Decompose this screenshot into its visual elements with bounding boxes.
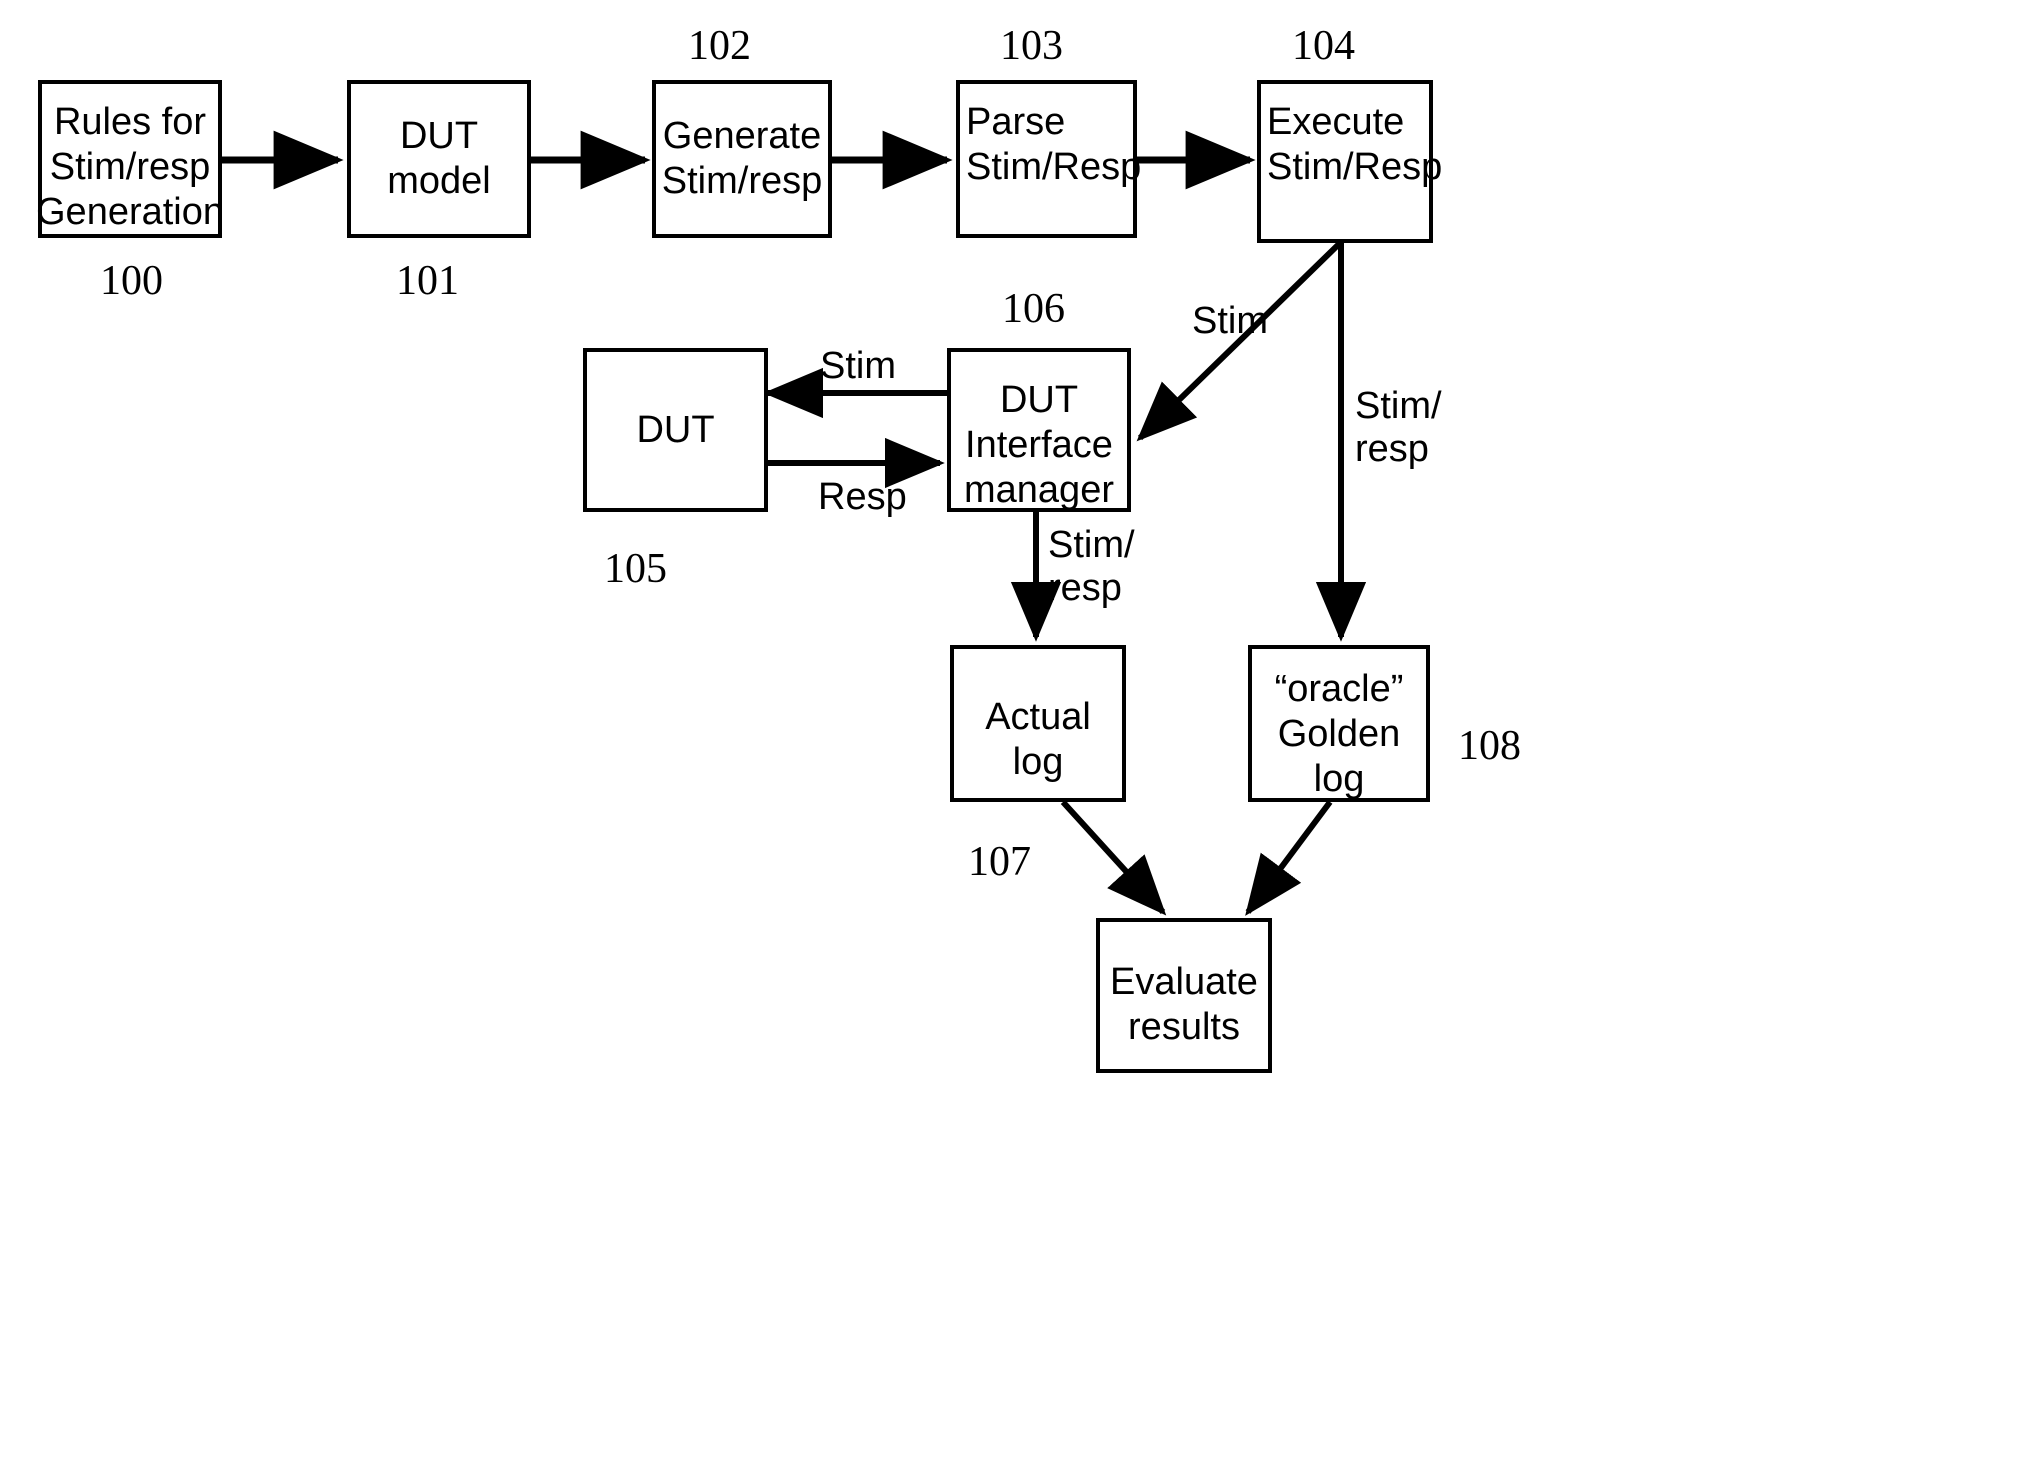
box-generate-stim-resp[interactable]: Generate Stim/resp [652,80,832,238]
box-label: Parse Stim/Resp [966,101,1142,188]
box-parse-stim-resp[interactable]: Parse Stim/Resp [956,80,1141,238]
reference-numeral-103: 103 [1000,23,1063,69]
box-label: DUT Interface manager [964,379,1114,511]
box-oracle-golden-log[interactable]: “oracle” Golden log [1248,645,1430,802]
edge-label-stim-resp-right: Stim/ resp [1355,385,1442,470]
reference-numeral-105: 105 [604,546,667,592]
edge-label-resp-from-dut: Resp [818,476,907,518]
box-actual-log[interactable]: Actual log [950,645,1126,802]
edge-label-stim-to-dut: Stim [820,345,896,387]
box-label: “oracle” Golden log [1274,668,1404,800]
edge-label-stim-resp-actual: Stim/ resp [1048,524,1135,609]
box-execute-stim-resp[interactable]: Execute Stim/Resp [1257,80,1442,243]
reference-numeral-108: 108 [1458,723,1521,769]
box-evaluate-results[interactable]: Evaluate results [1096,918,1272,1073]
box-rules-for-stim-resp-generation[interactable]: Rules for Stim/resp Generation [36,80,224,238]
arrow-goldenlog-to-evaluate [1245,800,1333,916]
box-dut[interactable]: DUT [583,348,768,512]
box-label: Rules for Stim/resp Generation [36,101,225,233]
reference-numeral-107: 107 [968,839,1031,885]
reference-numeral-102: 102 [688,23,751,69]
box-dut-model[interactable]: DUT model [347,80,531,238]
box-label: Execute Stim/Resp [1267,101,1443,188]
box-label: DUT [636,408,715,451]
box-label: DUT model [387,115,491,202]
box-label: Generate Stim/resp [661,115,823,202]
box-dut-interface-manager[interactable]: DUT Interface manager [947,348,1131,512]
arrow-actuallog-to-evaluate [1060,799,1167,916]
flow-diagram-canvas: Rules for Stim/resp Generation DUT model… [0,0,2043,1459]
box-label: Evaluate results [1110,961,1258,1048]
edge-label-stim-diagonal: Stim [1192,300,1268,342]
reference-numeral-101: 101 [396,258,459,304]
box-label: Actual log [985,696,1091,783]
reference-numeral-104: 104 [1292,23,1355,69]
reference-numeral-100: 100 [100,258,163,304]
reference-numeral-106: 106 [1002,286,1065,332]
